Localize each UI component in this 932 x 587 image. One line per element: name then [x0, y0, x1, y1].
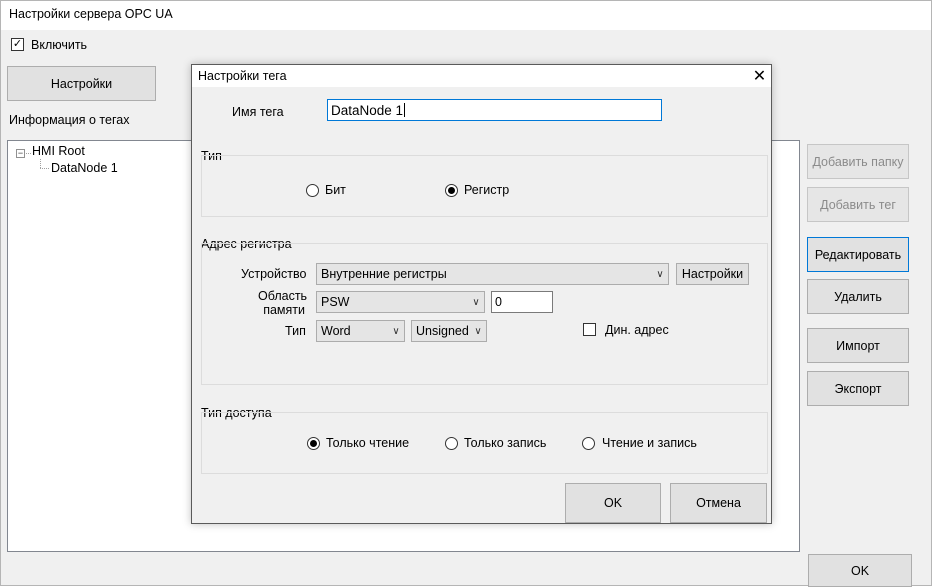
- chevron-down-icon: ∨: [472, 296, 480, 308]
- main-title-bar: Настройки сервера OPC UA: [1, 1, 931, 30]
- window-title: Настройки сервера OPC UA: [9, 7, 173, 21]
- check-icon: ✓: [12, 38, 23, 50]
- dialog-title: Настройки тега: [198, 69, 287, 83]
- add-folder-button[interactable]: Добавить папку: [807, 144, 909, 179]
- device-label: Устройство: [241, 267, 307, 281]
- dialog-cancel-button[interactable]: Отмена: [670, 483, 767, 523]
- device-select[interactable]: Внутренние регистры ∨: [316, 263, 669, 285]
- offset-input[interactable]: 0: [491, 291, 553, 313]
- tag-name-label: Имя тега: [232, 105, 284, 119]
- chevron-down-icon: ∨: [656, 268, 664, 280]
- type-register-label[interactable]: Регистр: [464, 183, 509, 197]
- data-type-label: Тип: [285, 324, 306, 338]
- access-readwrite-radio[interactable]: [582, 437, 595, 450]
- access-writeonly-label[interactable]: Только запись: [464, 436, 546, 450]
- tags-info-label: Информация о тегах: [9, 113, 130, 127]
- chevron-down-icon: ∨: [474, 325, 482, 337]
- dialog-title-bar: Настройки тега ✕: [192, 65, 771, 87]
- access-readonly-radio[interactable]: [307, 437, 320, 450]
- close-icon[interactable]: ✕: [748, 65, 771, 87]
- dynamic-address-checkbox[interactable]: [583, 323, 596, 336]
- memory-area-select[interactable]: PSW ∨: [316, 291, 485, 313]
- server-settings-button[interactable]: Настройки: [7, 66, 156, 101]
- memory-area-label: Область памяти: [258, 289, 308, 317]
- data-type-select[interactable]: Word ∨: [316, 320, 405, 342]
- dialog-ok-button[interactable]: OK: [565, 483, 661, 523]
- sign-select[interactable]: Unsigned ∨: [411, 320, 487, 342]
- tag-name-input[interactable]: DataNode 1: [327, 99, 662, 121]
- dynamic-address-label[interactable]: Дин. адрес: [605, 323, 669, 337]
- main-ok-button[interactable]: OK: [808, 554, 912, 587]
- type-bit-radio[interactable]: [306, 184, 319, 197]
- tree-collapse-icon[interactable]: −: [16, 149, 25, 158]
- tree-connector: [40, 168, 49, 169]
- export-button[interactable]: Экспорт: [807, 371, 909, 406]
- access-readwrite-label[interactable]: Чтение и запись: [602, 436, 697, 450]
- enable-checkbox[interactable]: ✓: [11, 38, 24, 51]
- delete-button[interactable]: Удалить: [807, 279, 909, 314]
- type-register-radio[interactable]: [445, 184, 458, 197]
- tree-item-hmi-root[interactable]: HMI Root: [32, 144, 85, 158]
- device-settings-button[interactable]: Настройки: [676, 263, 749, 285]
- tag-settings-dialog: Настройки тега ✕ Имя тега DataNode 1 Тип…: [191, 64, 772, 524]
- chevron-down-icon: ∨: [392, 325, 400, 337]
- tree-connector: [40, 159, 41, 168]
- enable-label[interactable]: Включить: [31, 38, 87, 52]
- edit-button[interactable]: Редактировать: [807, 237, 909, 272]
- import-button[interactable]: Импорт: [807, 328, 909, 363]
- access-writeonly-radio[interactable]: [445, 437, 458, 450]
- tree-item-datanode[interactable]: DataNode 1: [51, 161, 118, 175]
- type-bit-label[interactable]: Бит: [325, 183, 346, 197]
- add-tag-button[interactable]: Добавить тег: [807, 187, 909, 222]
- access-readonly-label[interactable]: Только чтение: [326, 436, 409, 450]
- tree-connector: [26, 153, 31, 154]
